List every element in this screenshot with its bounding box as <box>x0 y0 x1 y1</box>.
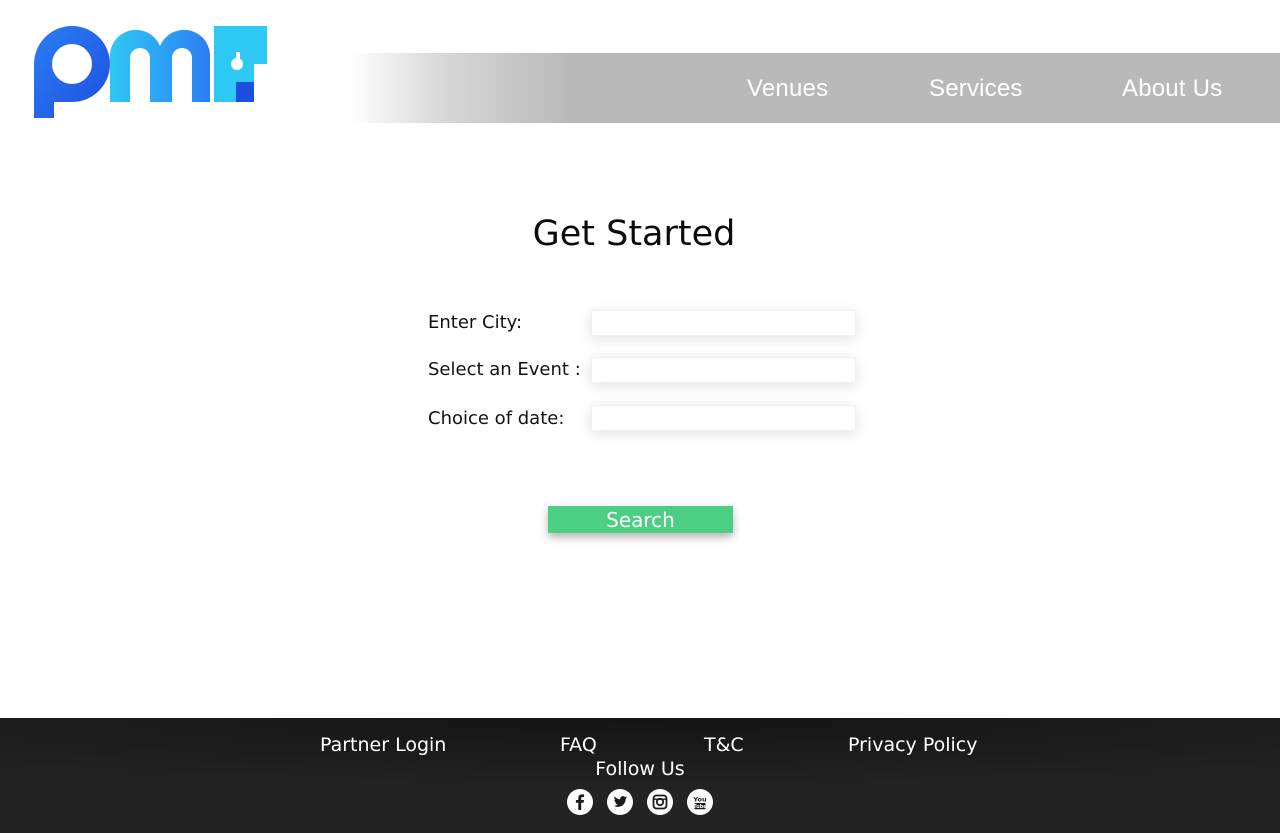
nav-venues-link[interactable]: Venues <box>747 75 828 103</box>
facebook-icon <box>575 794 585 810</box>
city-input[interactable] <box>591 310 856 336</box>
brand-logo[interactable] <box>32 24 272 120</box>
city-label: Enter City: <box>428 312 523 333</box>
svg-text:You: You <box>692 796 707 804</box>
footer: Partner Login FAQ T&C Privacy Policy Fol… <box>0 718 1280 833</box>
instagram-icon <box>652 794 668 810</box>
page-title: Get Started <box>532 214 736 254</box>
svg-text:Tube: Tube <box>693 804 707 810</box>
footer-faq-link[interactable]: FAQ <box>560 734 597 756</box>
date-input[interactable] <box>591 405 856 431</box>
event-label: Select an Event : <box>428 359 581 380</box>
twitter-icon <box>613 796 627 807</box>
instagram-link[interactable] <box>647 789 673 815</box>
date-label: Choice of date: <box>428 408 565 429</box>
twitter-link[interactable] <box>607 789 633 815</box>
top-navbar: Venues Services About Us <box>350 53 1280 123</box>
youtube-icon: You Tube <box>692 796 707 811</box>
pmf-logo-icon <box>34 26 267 118</box>
nav-services-link[interactable]: Services <box>929 75 1023 103</box>
footer-privacy-policy-link[interactable]: Privacy Policy <box>848 734 977 756</box>
search-button[interactable]: Search <box>548 506 733 533</box>
nav-about-us-link[interactable]: About Us <box>1122 75 1222 103</box>
footer-partner-login-link[interactable]: Partner Login <box>320 734 446 756</box>
footer-tc-link[interactable]: T&C <box>704 734 744 756</box>
event-input[interactable] <box>591 357 856 383</box>
follow-us-label: Follow Us <box>595 758 685 780</box>
facebook-link[interactable] <box>567 789 593 815</box>
youtube-link[interactable]: You Tube <box>687 789 713 815</box>
